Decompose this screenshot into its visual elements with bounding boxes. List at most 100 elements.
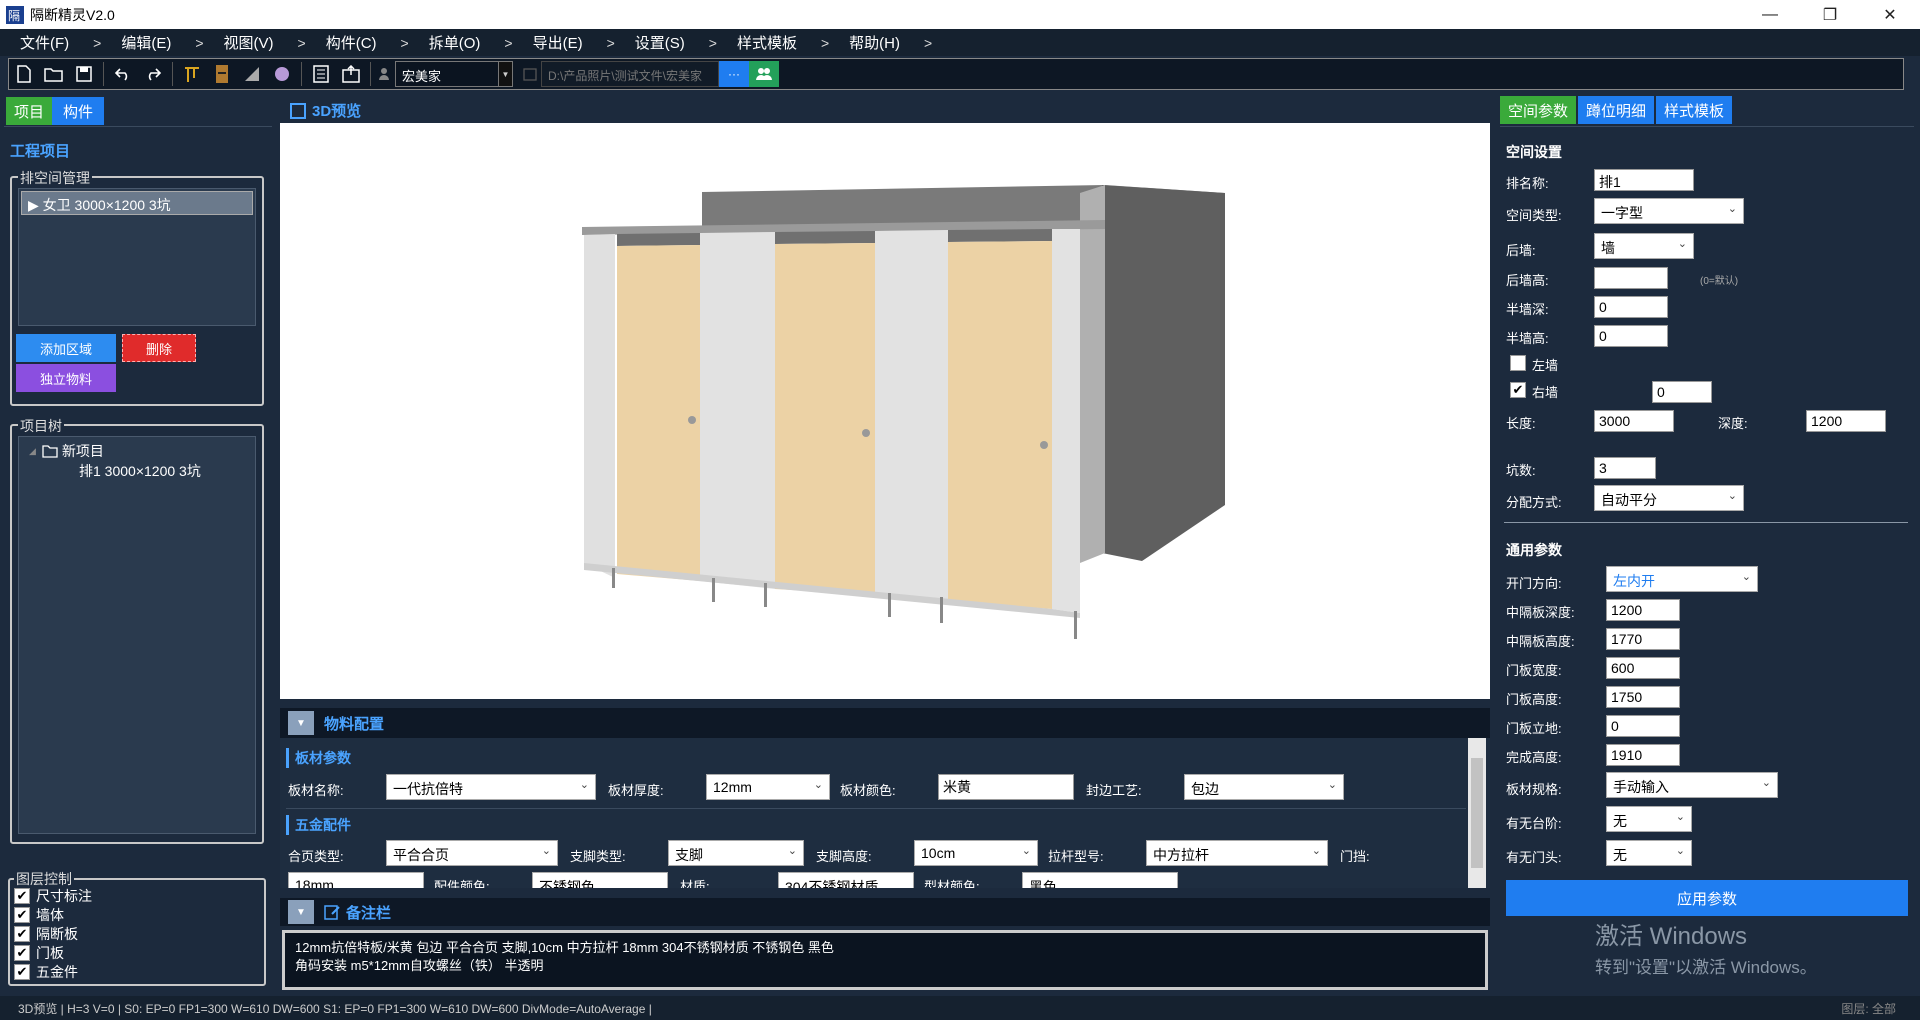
back-wall-select[interactable]: 墙 ⌄ — [1594, 233, 1694, 259]
tree-root[interactable]: ◢ 新项目 — [29, 441, 104, 461]
thickness-label: 板材厚度: — [608, 783, 664, 798]
board-spec-select[interactable]: 手动输入 ⌄ — [1606, 772, 1778, 798]
folder-icon — [42, 445, 58, 458]
project-tree: ◢ 新项目 排1 3000×1200 3坑 — [18, 436, 256, 834]
door-height-input[interactable]: 1750 — [1606, 686, 1680, 708]
collapse-icon[interactable]: ▼ — [288, 711, 314, 735]
left-wall-checkbox[interactable] — [1510, 355, 1526, 371]
minimize-button[interactable]: — — [1740, 0, 1800, 29]
menu-component[interactable]: 构件(C) > — [326, 32, 409, 53]
color-label: 板材颜色: — [840, 783, 896, 798]
save-icon[interactable] — [69, 60, 99, 88]
menu-view[interactable]: 视图(V) > — [224, 32, 306, 53]
collapse-icon[interactable]: ▼ — [288, 900, 314, 924]
checkbox-checked[interactable]: ✔ — [14, 944, 30, 961]
path-field[interactable]: D:\产品照片\测试文件\宏美家 — [541, 61, 719, 87]
checkbox-checked[interactable]: ✔ — [14, 906, 30, 923]
tree-child-row[interactable]: 排1 3000×1200 3坑 — [79, 461, 201, 481]
board-name-select[interactable]: 一代抗倍特 ⌄ — [386, 774, 596, 800]
tab-stall-details[interactable]: 蹲位明细 — [1578, 96, 1655, 124]
undo-icon[interactable] — [108, 60, 138, 88]
tab-project[interactable]: 项目 — [6, 97, 53, 125]
menu-settings[interactable]: 设置(S) > — [635, 32, 717, 53]
door-direction-select[interactable]: 左内开 ⌄ — [1606, 566, 1758, 592]
material-ball-icon[interactable] — [267, 60, 297, 88]
door-width-input[interactable]: 600 — [1606, 657, 1680, 679]
partition-tool-icon[interactable] — [177, 60, 207, 88]
tab-component[interactable]: 构件 — [52, 97, 105, 125]
space-list-item[interactable]: ▶ 女卫 3000×1200 3坑 — [21, 191, 253, 215]
close-button[interactable]: ✕ — [1860, 0, 1920, 29]
checkbox-checked[interactable]: ✔ — [14, 925, 30, 942]
leg-height-select[interactable]: 10cm ⌄ — [914, 840, 1038, 866]
chevron-down-icon: ⌄ — [1727, 490, 1737, 502]
leg-select[interactable]: 支脚 ⌄ — [668, 840, 804, 866]
material-select[interactable]: 304不锈钢材质 — [778, 872, 914, 888]
rod-select[interactable]: 中方拉杆 ⌄ — [1146, 840, 1328, 866]
layer-partition[interactable]: ✔ 隔断板 — [14, 924, 92, 943]
layer-wall[interactable]: ✔ 墙体 — [14, 905, 92, 924]
maximize-button[interactable]: ❐ — [1800, 0, 1860, 29]
expand-icon: ◢ — [29, 445, 36, 456]
hinge-select[interactable]: 平合合页 ⌄ — [386, 840, 558, 866]
tab-style-template[interactable]: 样式模板 — [1656, 96, 1733, 124]
menu-file[interactable]: 文件(F) > — [20, 32, 101, 53]
menu-export[interactable]: 导出(E) > — [533, 32, 615, 53]
edge-select[interactable]: 包边 ⌄ — [1184, 774, 1344, 800]
user-select[interactable]: 宏美家 ▼ — [395, 61, 513, 87]
add-area-button[interactable]: 添加区域 — [16, 334, 116, 362]
layer-dimension[interactable]: ✔ 尺寸标注 — [14, 886, 92, 905]
thickness-select[interactable]: 12mm ⌄ — [706, 774, 830, 800]
right-wall-input[interactable]: 0 — [1652, 381, 1712, 403]
space-type-select[interactable]: 一字型 ⌄ — [1594, 198, 1744, 224]
browse-button[interactable]: ··· — [719, 61, 749, 87]
independent-material-button[interactable]: 独立物料 — [16, 364, 116, 392]
door-tool-icon[interactable] — [207, 60, 237, 88]
half-wall-height-input[interactable]: 0 — [1594, 325, 1668, 347]
chevron-down-icon: ⌄ — [787, 845, 797, 857]
angle-tool-icon[interactable] — [237, 60, 267, 88]
apply-params-button[interactable]: 应用参数 — [1506, 880, 1908, 916]
remarks-textarea[interactable]: 12mm抗倍特板/米黄 包边 平合合页 支脚,10cm 中方拉杆 18mm 30… — [282, 930, 1488, 990]
3d-preview-viewport[interactable] — [280, 123, 1490, 699]
checkbox-checked[interactable]: ✔ — [14, 963, 30, 980]
redo-icon[interactable] — [138, 60, 168, 88]
layer-door[interactable]: ✔ 门板 — [14, 943, 92, 962]
finish-height-input[interactable]: 1910 — [1606, 744, 1680, 766]
half-wall-depth-input[interactable]: 0 — [1594, 296, 1668, 318]
mid-panel-depth-input[interactable]: 1200 — [1606, 599, 1680, 621]
color-input[interactable]: 米黄 — [938, 774, 1074, 800]
checkbox-checked[interactable]: ✔ — [14, 887, 30, 904]
step-select[interactable]: 无 ⌄ — [1606, 806, 1692, 832]
back-wall-label: 后墙: — [1506, 243, 1536, 258]
calculator-icon[interactable] — [306, 60, 336, 88]
row-name-input[interactable]: 排1 — [1594, 169, 1694, 191]
door-head-select[interactable]: 无 ⌄ — [1606, 840, 1692, 866]
back-wall-height-input[interactable] — [1594, 267, 1668, 289]
accessory-color-select[interactable]: 不锈钢色 — [532, 872, 668, 888]
menu-split[interactable]: 拆单(O) > — [429, 32, 513, 53]
menu-edit[interactable]: 编辑(E) > — [121, 32, 203, 53]
layer-hardware[interactable]: ✔ 五金件 — [14, 962, 92, 981]
pits-input[interactable]: 3 — [1594, 457, 1656, 479]
distribution-select[interactable]: 自动平分 ⌄ — [1594, 485, 1744, 511]
export-icon[interactable] — [336, 60, 366, 88]
tab-space-params[interactable]: 空间参数 — [1500, 96, 1577, 124]
menu-help[interactable]: 帮助(H) > — [849, 32, 932, 53]
length-input[interactable]: 3000 — [1594, 410, 1674, 432]
menu-style-template[interactable]: 样式模板 > — [737, 32, 829, 53]
new-file-icon[interactable] — [9, 60, 39, 88]
door-ground-input[interactable]: 0 — [1606, 715, 1680, 737]
mid-panel-height-label: 中隔板高度: — [1506, 634, 1575, 649]
customers-button[interactable] — [749, 61, 779, 87]
right-wall-checkbox[interactable]: ✔ — [1510, 382, 1526, 398]
delete-button[interactable]: 删除 — [122, 334, 196, 362]
open-folder-icon[interactable] — [39, 60, 69, 88]
chevron-down-icon: ⌄ — [579, 779, 589, 791]
profile-color-select[interactable]: 黑色 — [1022, 872, 1178, 888]
material-scrollbar[interactable] — [1468, 738, 1486, 888]
depth-input[interactable]: 1200 — [1806, 410, 1886, 432]
mid-panel-height-input[interactable]: 1770 — [1606, 628, 1680, 650]
stopper-size-select[interactable]: 18mm — [288, 872, 424, 888]
hinge-label: 合页类型: — [288, 849, 344, 864]
